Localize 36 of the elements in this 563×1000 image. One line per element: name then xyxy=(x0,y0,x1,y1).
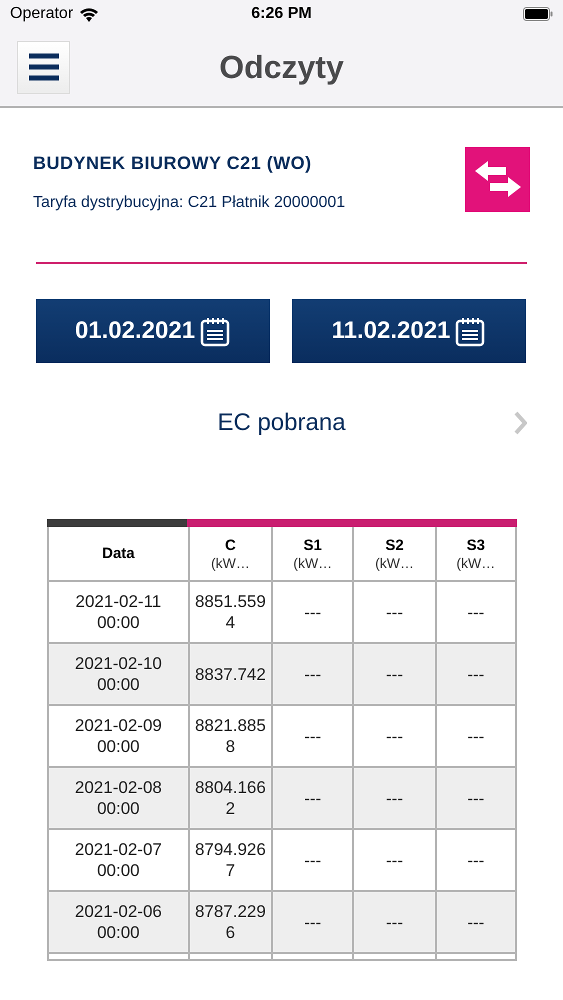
column-unit: (kW… xyxy=(293,554,332,570)
column-unit: (kW… xyxy=(375,554,414,570)
table-cell-text: 2021-02-11 00:00 xyxy=(74,591,162,634)
table-cell-text: 2021-02-07 00:00 xyxy=(74,839,163,882)
table-cell-text: 2021-02-08 00:00 xyxy=(74,777,163,820)
table-cell-text: 2021-02-10 00:00 xyxy=(74,653,163,696)
date-picker-button[interactable]: 11.02.2021 xyxy=(292,299,526,363)
calendar-icon xyxy=(199,315,232,347)
table-cell-text: 2021-02-09 00:00 xyxy=(74,715,163,758)
switch-button[interactable] xyxy=(465,147,530,212)
column-name: S3 xyxy=(466,536,486,554)
measurement-selector[interactable]: EC pobrana xyxy=(217,405,346,441)
column-name: S1 xyxy=(304,536,322,554)
date-picker-button[interactable]: 01.02.2021 xyxy=(36,299,270,363)
column-name: C xyxy=(225,536,236,554)
table-cell-text: 2021-02-06 00:00 xyxy=(74,901,163,944)
page-title: Odczyty xyxy=(219,48,344,87)
table-cell: --- xyxy=(352,892,435,952)
column-name: Data xyxy=(102,544,135,562)
wifi-icon xyxy=(79,6,100,22)
building-name: BUDYNEK BIUROWY C21 (WO) xyxy=(33,152,313,175)
column-unit: (kW… xyxy=(210,554,250,570)
tariff-info: Taryfa dystrybucyjna: C21 Płatnik 20000001 xyxy=(33,193,346,213)
column-name: S2 xyxy=(385,536,404,554)
table-cell: 8787.2296 xyxy=(188,892,272,952)
column-unit: (kW… xyxy=(456,554,496,570)
calendar-icon xyxy=(454,315,486,347)
battery-icon xyxy=(523,7,553,21)
table-cell: --- xyxy=(271,892,352,952)
menu-button[interactable] xyxy=(17,40,70,94)
chevron-right-icon xyxy=(513,411,527,435)
table-cell: --- xyxy=(434,892,515,952)
menu-icon xyxy=(28,53,58,81)
carrier-name: Operator xyxy=(10,4,74,24)
swap-arrows-icon xyxy=(472,160,522,200)
clock: 6:26 PM xyxy=(251,4,312,24)
